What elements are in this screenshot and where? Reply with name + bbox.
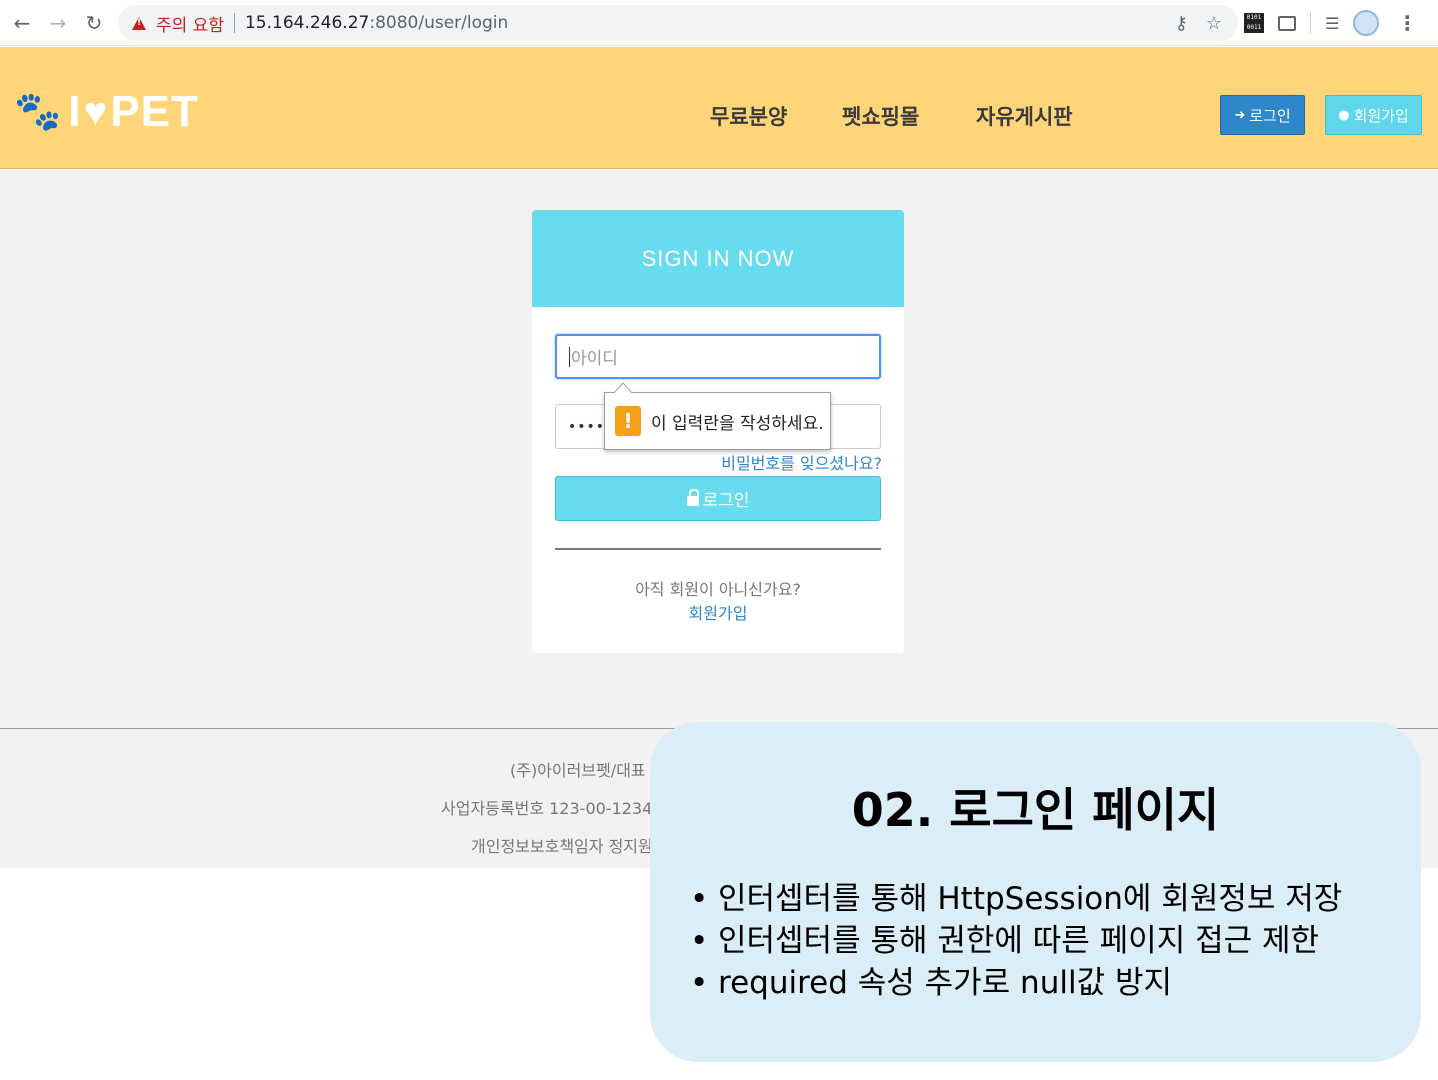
bullet: • — [690, 965, 709, 1001]
footer-privacy-officer: 개인정보보호책임자 정지원 — [471, 837, 653, 856]
nav-free-adoption[interactable]: 무료분양 — [710, 101, 787, 131]
header-login-label: 로그인 — [1249, 106, 1291, 125]
annotation-panel: 02. 로그인 페이지 • 인터셉터를 통해 HttpSession에 회원정보 … — [650, 722, 1421, 1062]
heart-icon: ♥ — [83, 89, 109, 134]
exclamation-icon: ! — [615, 406, 641, 436]
reload-icon[interactable]: ↻ — [76, 5, 112, 41]
text-caret — [569, 346, 570, 367]
sign-in-icon: ➜ — [1234, 107, 1246, 123]
site-header: 🐾 I ♥ PET 무료분양 펫쇼핑몰 자유게시판 ➜ 로그인 ● 회원가입 — [0, 47, 1438, 169]
url-text[interactable]: 15.164.246.27:8080/user/login — [245, 13, 508, 33]
cast-extension-icon[interactable] — [1278, 15, 1296, 31]
password-mask: •••• — [568, 418, 606, 435]
address-bar[interactable]: 주의 요함 15.164.246.27:8080/user/login ⚷ ☆ — [118, 5, 1238, 41]
back-arrow-icon[interactable]: ← — [4, 5, 40, 41]
footer-business-number: 사업자등록번호 123-00-12345/통 — [441, 799, 683, 818]
key-icon[interactable]: ⚷ — [1175, 13, 1188, 34]
header-join-button[interactable]: ● 회원가입 — [1325, 95, 1422, 135]
validation-tooltip: ! 이 입력란을 작성하세요. — [604, 392, 831, 450]
toolbar-separator — [1310, 12, 1311, 34]
annotation-text: required 속성 추가로 null값 방지 — [718, 965, 1172, 1001]
security-warning-text[interactable]: 주의 요함 — [156, 11, 224, 36]
binary-extension-icon[interactable]: 0101 0011 — [1244, 13, 1264, 33]
annotation-text: 인터셉터를 통해 HttpSession에 회원정보 저장 — [718, 881, 1343, 917]
browser-toolbar: ← → ↻ 주의 요함 15.164.246.27:8080/user/logi… — [0, 0, 1438, 46]
profile-avatar[interactable] — [1353, 10, 1380, 36]
reading-list-icon[interactable]: ☰ — [1325, 14, 1339, 33]
footer-company: (주)아이러브펫/대표 — [510, 761, 646, 780]
annotation-item: • required 속성 추가로 null값 방지 — [690, 962, 1342, 1004]
annotation-list: • 인터셉터를 통해 HttpSession에 회원정보 저장 • 인터셉터를 통해… — [690, 878, 1342, 1004]
lock-icon — [686, 488, 699, 506]
site-logo[interactable]: 🐾 I ♥ PET — [14, 87, 199, 137]
login-card-title: SIGN IN NOW — [532, 210, 904, 307]
validation-message: 이 입력란을 작성하세요. — [651, 413, 824, 434]
tooltip-arrow — [614, 382, 632, 393]
bullet: • — [690, 923, 709, 959]
omnibox-separator — [233, 13, 235, 33]
nav-free-board[interactable]: 자유게시판 — [976, 101, 1073, 131]
forgot-password-link[interactable]: 비밀번호를 잊으셨나요? — [721, 450, 882, 474]
annotation-item: • 인터셉터를 통해 HttpSession에 회원정보 저장 — [690, 878, 1342, 920]
star-icon[interactable]: ☆ — [1206, 13, 1222, 34]
annotation-item: • 인터셉터를 통해 권한에 따른 페이지 접근 제한 — [690, 920, 1342, 962]
url-path: :8080/user/login — [369, 13, 509, 33]
annotation-title: 02. 로그인 페이지 — [851, 783, 1220, 837]
no-member-text: 아직 회원이 아니신가요? — [635, 580, 801, 599]
header-join-label: 회원가입 — [1353, 106, 1409, 125]
warning-icon — [132, 16, 146, 30]
url-host: 15.164.246.27 — [244, 13, 370, 33]
nav-pet-shop[interactable]: 펫쇼핑몰 — [842, 101, 919, 131]
login-submit-label: 로그인 — [702, 491, 750, 511]
forward-arrow-icon[interactable]: → — [40, 5, 76, 41]
logo-i: I — [68, 87, 82, 136]
menu-kebab-icon[interactable]: ⋮ — [1397, 11, 1417, 35]
bullet: • — [690, 881, 709, 917]
id-placeholder: 아이디 — [571, 349, 618, 369]
user-icon: ● — [1338, 107, 1350, 123]
card-divider — [555, 548, 881, 550]
join-link[interactable]: 회원가입 — [532, 600, 904, 624]
id-input[interactable]: 아이디 — [555, 334, 881, 379]
logo-pet: PET — [110, 87, 199, 136]
login-submit-button[interactable]: 로그인 — [555, 476, 881, 521]
paw-icon: 🐾 — [14, 91, 63, 133]
annotation-text: 인터셉터를 통해 권한에 따른 페이지 접근 제한 — [718, 923, 1320, 959]
header-login-button[interactable]: ➜ 로그인 — [1220, 95, 1305, 135]
